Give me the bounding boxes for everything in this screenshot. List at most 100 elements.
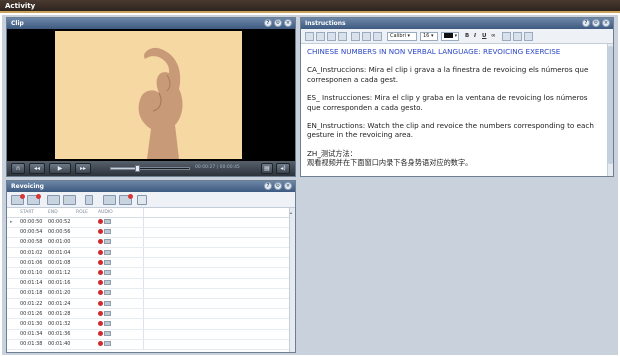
audio-clip-icon[interactable] bbox=[104, 259, 111, 265]
table-row[interactable]: 00:00:54 00:00:56 bbox=[7, 227, 289, 238]
table-row[interactable]: 00:00:58 00:01:00 bbox=[7, 237, 289, 249]
end-cell[interactable]: 00:01:40 bbox=[45, 339, 73, 350]
export-icon[interactable] bbox=[119, 194, 133, 205]
table-row[interactable]: 00:01:22 00:01:24 bbox=[7, 298, 289, 310]
start-cell[interactable]: 00:01:02 bbox=[17, 247, 45, 259]
settings-gear-icon[interactable] bbox=[137, 195, 147, 205]
end-cell[interactable]: 00:00:56 bbox=[45, 227, 73, 238]
progress-thumb[interactable] bbox=[135, 165, 141, 172]
volume-icon[interactable]: ◂) bbox=[276, 163, 290, 174]
copy-icon[interactable] bbox=[316, 32, 325, 41]
row-selector[interactable] bbox=[7, 237, 17, 249]
record-icon[interactable] bbox=[98, 290, 103, 296]
table-row[interactable]: ▸ 00:00:50 00:00:52 bbox=[7, 217, 289, 228]
role-cell[interactable] bbox=[73, 227, 95, 238]
document-icon[interactable] bbox=[85, 195, 93, 205]
bold-icon[interactable]: B bbox=[465, 32, 469, 41]
record-icon[interactable] bbox=[98, 259, 103, 265]
font-family-select[interactable]: Calibri ▾ bbox=[387, 32, 417, 41]
source-icon[interactable] bbox=[524, 32, 533, 41]
close-icon[interactable]: × bbox=[602, 19, 610, 27]
start-cell[interactable]: 00:01:38 bbox=[17, 339, 45, 350]
row-selector[interactable] bbox=[7, 308, 17, 320]
start-cell[interactable]: 00:01:34 bbox=[17, 329, 45, 340]
role-cell[interactable] bbox=[73, 288, 95, 300]
record-icon[interactable] bbox=[98, 219, 103, 225]
row-selector[interactable]: ▸ bbox=[7, 217, 17, 228]
paste-text-icon[interactable] bbox=[338, 32, 347, 41]
instructions-content[interactable]: CHINESE NUMBERS IN NON VERBAL LANGUAGE: … bbox=[301, 44, 607, 176]
audio-clip-icon[interactable] bbox=[104, 310, 111, 316]
role-cell[interactable] bbox=[73, 257, 95, 269]
column-start[interactable]: START bbox=[17, 208, 45, 218]
play-button[interactable]: ▶ bbox=[49, 163, 71, 174]
record-icon[interactable] bbox=[98, 320, 103, 326]
table-row[interactable]: 00:01:26 00:01:28 bbox=[7, 308, 289, 320]
rewind-button[interactable]: ◂◂ bbox=[29, 163, 45, 174]
help-icon[interactable]: ? bbox=[582, 19, 590, 27]
start-cell[interactable]: 00:00:50 bbox=[17, 217, 45, 228]
role-cell[interactable] bbox=[73, 308, 95, 320]
row-selector[interactable] bbox=[7, 278, 17, 289]
image-icon[interactable] bbox=[373, 32, 382, 41]
start-cell[interactable]: 00:01:30 bbox=[17, 318, 45, 330]
record-icon[interactable] bbox=[98, 280, 103, 286]
start-cell[interactable]: 00:01:22 bbox=[17, 298, 45, 310]
row-selector[interactable] bbox=[7, 247, 17, 259]
end-cell[interactable]: 00:01:28 bbox=[45, 308, 73, 320]
audio-clip-icon[interactable] bbox=[104, 341, 111, 347]
row-selector[interactable] bbox=[7, 227, 17, 238]
loop-icon[interactable]: ∩ bbox=[11, 163, 25, 174]
record-icon[interactable] bbox=[98, 310, 103, 316]
redo-icon[interactable] bbox=[362, 32, 371, 41]
table-row[interactable]: 00:01:14 00:01:16 bbox=[7, 278, 289, 289]
end-cell[interactable]: 00:01:24 bbox=[45, 298, 73, 310]
instructions-scroll-thumb[interactable] bbox=[608, 46, 613, 164]
role-cell[interactable] bbox=[73, 278, 95, 289]
end-cell[interactable]: 00:01:36 bbox=[45, 329, 73, 340]
table-row[interactable]: 00:01:18 00:01:20 bbox=[7, 288, 289, 300]
row-selector[interactable] bbox=[7, 298, 17, 310]
table-icon[interactable] bbox=[502, 32, 511, 41]
audio-clip-icon[interactable] bbox=[104, 320, 111, 326]
end-cell[interactable]: 00:01:08 bbox=[45, 257, 73, 269]
column-audio[interactable]: AUDIO bbox=[95, 208, 144, 218]
revoicing-scrollbar[interactable]: ▴ bbox=[289, 208, 295, 352]
row-selector[interactable] bbox=[7, 267, 17, 279]
video-player[interactable] bbox=[7, 29, 295, 161]
record-icon[interactable] bbox=[98, 331, 103, 337]
audio-clip-icon[interactable] bbox=[104, 249, 111, 255]
record-icon[interactable] bbox=[98, 300, 103, 306]
special-char-icon[interactable] bbox=[513, 32, 522, 41]
link-icon[interactable]: ∞ bbox=[491, 32, 496, 41]
remove-row-icon[interactable] bbox=[63, 195, 76, 205]
settings-icon[interactable]: ⚙ bbox=[274, 182, 282, 190]
undo-icon[interactable] bbox=[351, 32, 360, 41]
font-size-select[interactable]: 16 ▾ bbox=[420, 32, 438, 41]
start-cell[interactable]: 00:00:54 bbox=[17, 227, 45, 238]
role-cell[interactable] bbox=[73, 329, 95, 340]
start-cell[interactable]: 00:01:18 bbox=[17, 288, 45, 300]
row-selector[interactable] bbox=[7, 339, 17, 350]
audio-clip-icon[interactable] bbox=[104, 280, 111, 286]
start-cell[interactable]: 00:01:06 bbox=[17, 257, 45, 269]
settings-icon[interactable]: ⚙ bbox=[274, 19, 282, 27]
scroll-up-icon[interactable]: ▴ bbox=[290, 210, 295, 216]
audio-clip-icon[interactable] bbox=[104, 290, 111, 296]
start-cell[interactable]: 00:00:58 bbox=[17, 237, 45, 249]
paste-icon[interactable] bbox=[327, 32, 336, 41]
help-icon[interactable]: ? bbox=[264, 182, 272, 190]
role-cell[interactable] bbox=[73, 339, 95, 350]
table-row[interactable]: 00:01:30 00:01:32 bbox=[7, 318, 289, 330]
record-icon[interactable] bbox=[27, 194, 41, 205]
end-cell[interactable]: 00:01:04 bbox=[45, 247, 73, 259]
start-cell[interactable]: 00:01:10 bbox=[17, 267, 45, 279]
import-icon[interactable] bbox=[103, 195, 116, 205]
record-icon[interactable] bbox=[98, 270, 103, 276]
table-row[interactable]: 00:01:06 00:01:08 bbox=[7, 257, 289, 269]
role-cell[interactable] bbox=[73, 267, 95, 279]
text-color-select[interactable]: ▾ bbox=[441, 32, 459, 41]
record-all-icon[interactable] bbox=[11, 194, 25, 205]
end-cell[interactable]: 00:01:12 bbox=[45, 267, 73, 279]
settings-icon[interactable]: ⚙ bbox=[592, 19, 600, 27]
